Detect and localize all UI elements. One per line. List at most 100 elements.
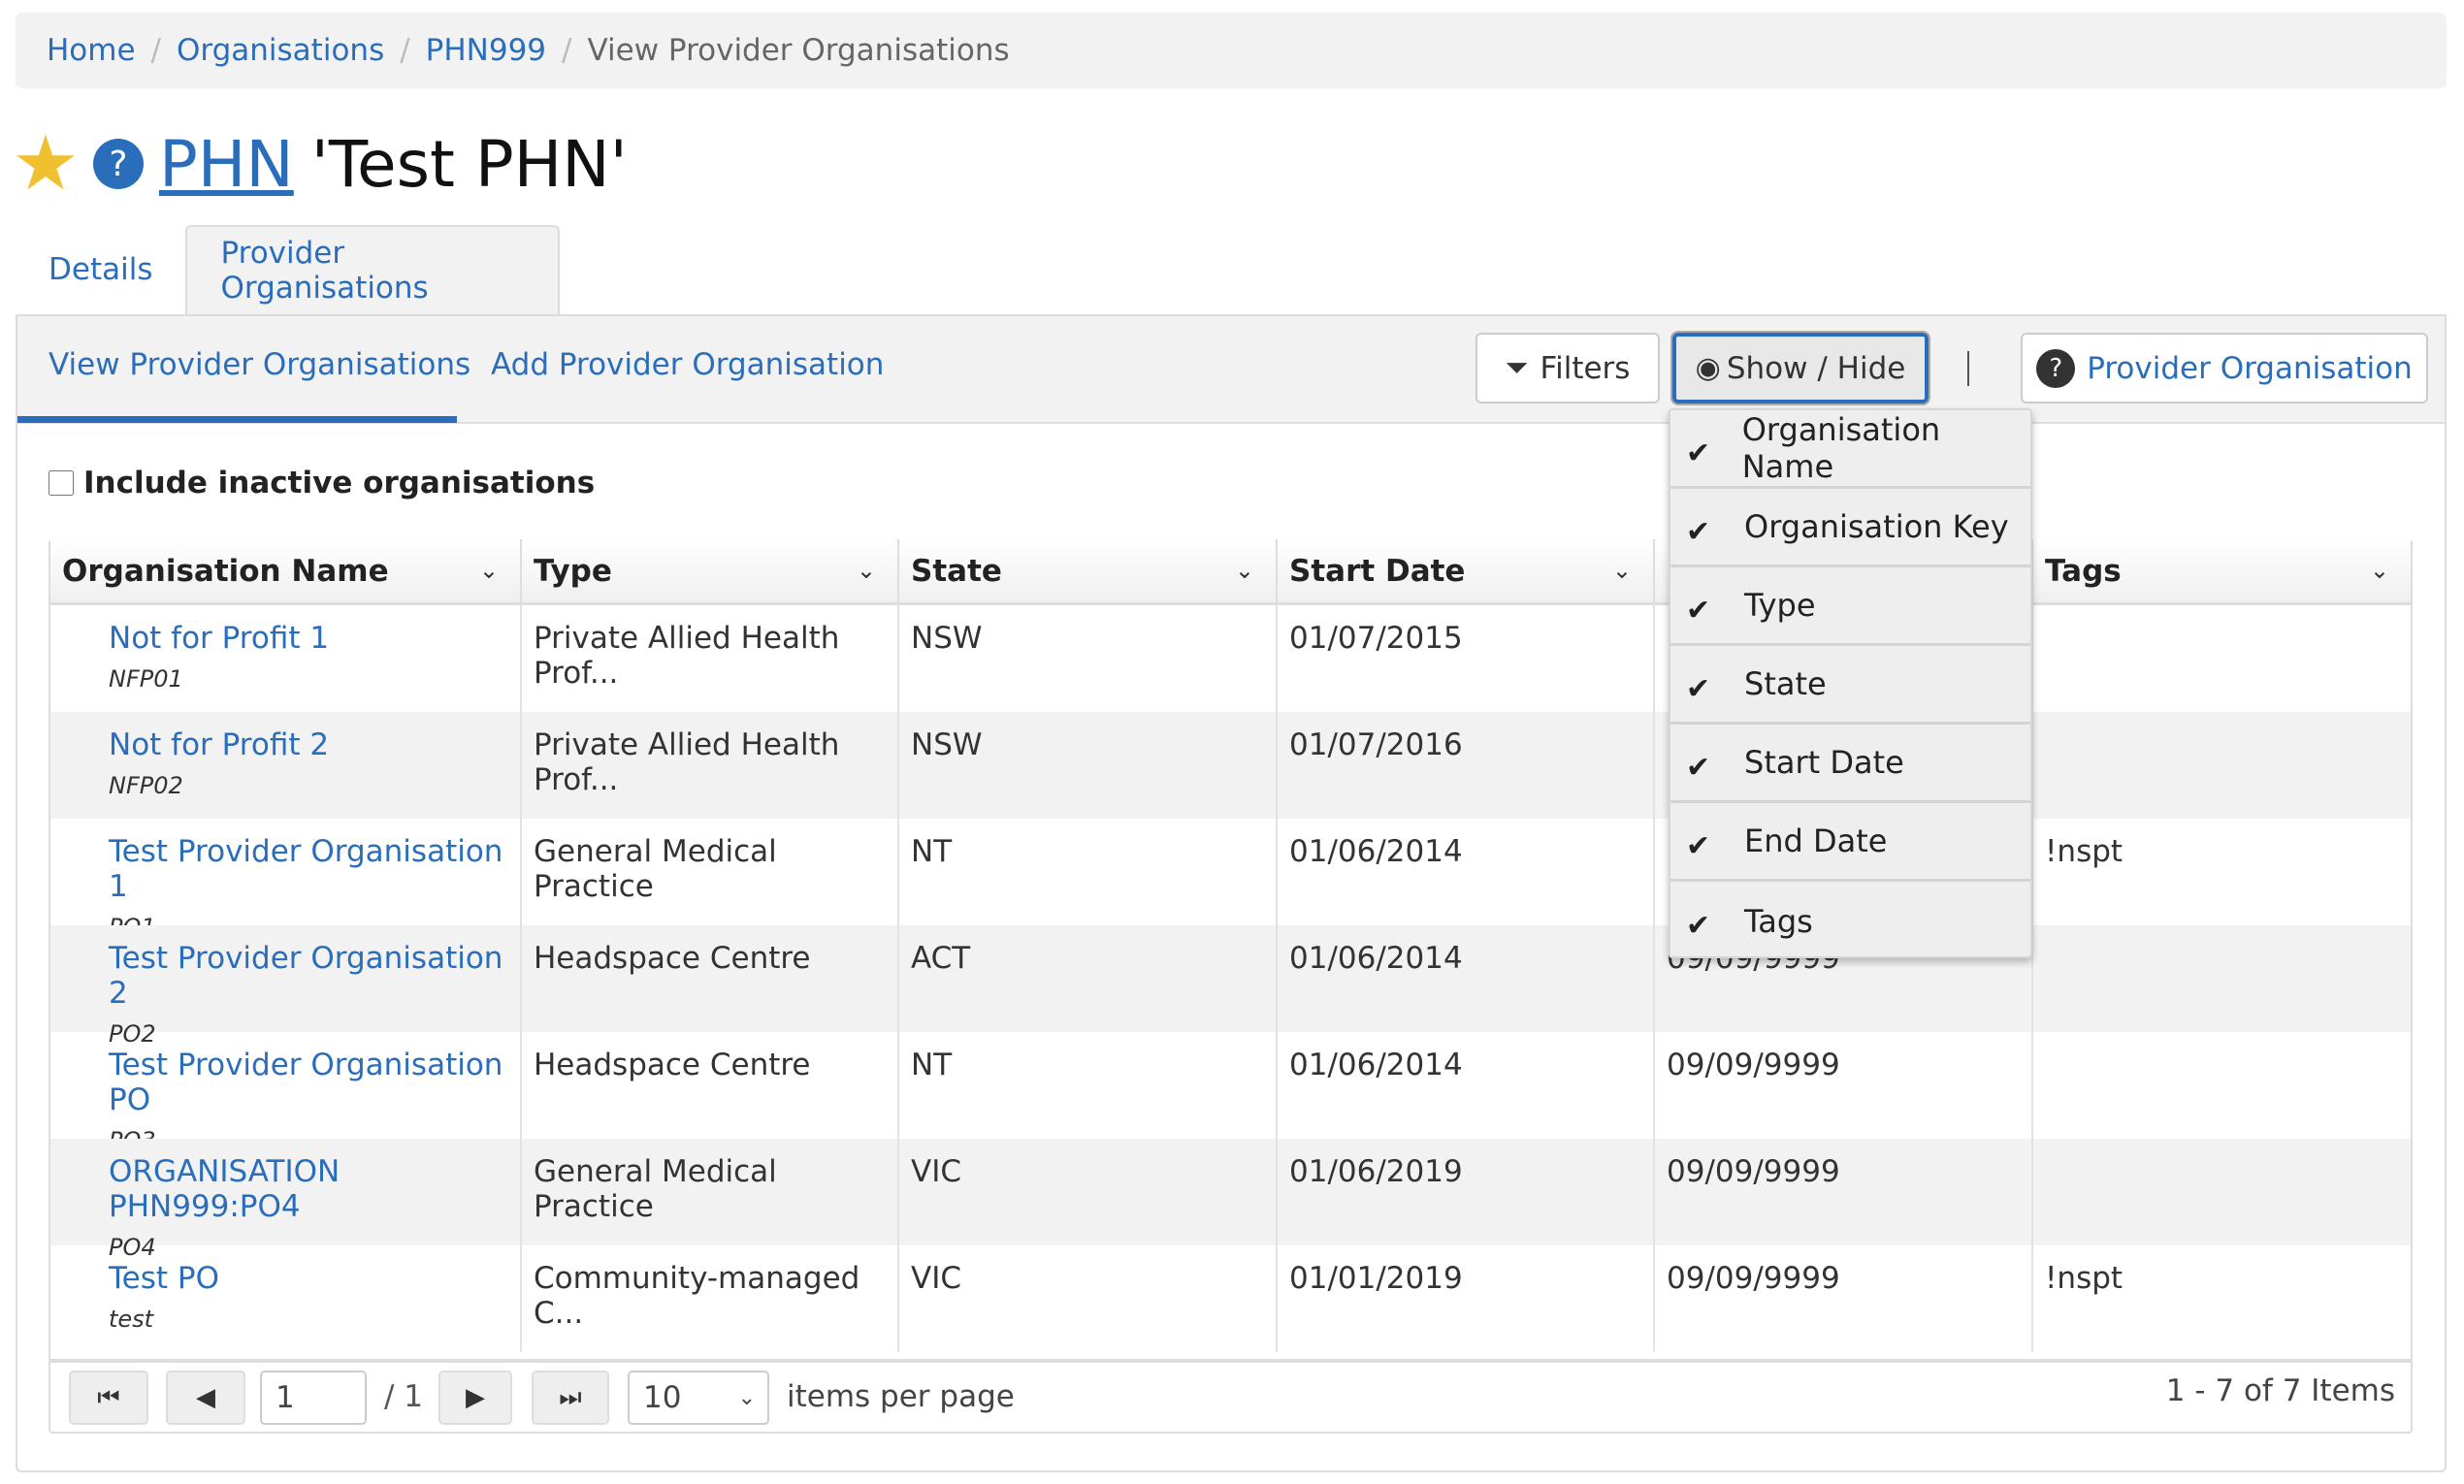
cell-value: 01/07/2015 <box>1289 621 1463 656</box>
cell-start: 01/06/2014 <box>1278 1032 1655 1139</box>
subtab-view[interactable]: View Provider Organisations <box>49 347 470 382</box>
organisation-link[interactable]: Not for Profit 1 <box>109 621 508 656</box>
cell-start: 01/01/2019 <box>1278 1245 1655 1352</box>
chevron-down-icon[interactable]: ⌄ <box>857 557 876 584</box>
filters-label: Filters <box>1540 350 1631 386</box>
cell-value: NT <box>911 834 953 869</box>
breadcrumb-separator: / <box>562 33 572 68</box>
cell-value: ACT <box>911 941 971 976</box>
column-header-organisation-name[interactable]: Organisation Name ⌄ <box>50 539 522 605</box>
filters-button[interactable]: ⏷ Filters <box>1475 333 1660 403</box>
breadcrumb-home[interactable]: Home <box>47 33 136 68</box>
chevron-down-icon[interactable]: ⌄ <box>2370 557 2389 584</box>
show-hide-item[interactable]: ✔ Start Date <box>1670 725 2030 803</box>
page-input[interactable]: 1 <box>260 1371 367 1425</box>
table-row: Test PO test Community-managed C... VIC 01/0… <box>50 1245 2411 1352</box>
show-hide-item[interactable]: ✔ Type <box>1670 567 2030 646</box>
check-icon: ✔ <box>1686 593 1711 628</box>
check-icon: ✔ <box>1686 514 1711 549</box>
cell-tags: !nspt <box>2033 1245 2411 1352</box>
breadcrumb-separator: / <box>150 33 161 68</box>
table-row: Test Provider Organisation 1PO1General M… <box>50 819 2411 941</box>
column-header-tags[interactable]: Tags ⌄ <box>2033 539 2411 605</box>
per-page-select[interactable]: 10 ⌄ <box>628 1371 769 1425</box>
organisation-key: NFP02 <box>109 772 183 799</box>
chevron-down-icon[interactable]: ⌄ <box>479 557 499 584</box>
cell-state: NSW <box>899 712 1278 819</box>
title-text: 'Test PHN' <box>310 126 628 202</box>
help-icon[interactable]: ? <box>92 139 144 189</box>
check-icon: ✔ <box>1686 436 1711 470</box>
show-hide-item[interactable]: ✔ Organisation Name <box>1670 410 2030 489</box>
column-header-start-date[interactable]: Start Date ⌄ <box>1278 539 1655 605</box>
include-inactive-checkbox[interactable]: Include inactive organisations <box>49 466 595 500</box>
cell-type: Headspace Centre <box>522 925 899 1032</box>
cell-state: NSW <box>899 605 1278 712</box>
organisation-link[interactable]: Test Provider Organisation 1 <box>109 834 508 904</box>
cell-value: 01/06/2014 <box>1289 941 1463 976</box>
show-hide-item-label: Type <box>1744 587 1816 624</box>
cell-value: 01/07/2016 <box>1289 727 1463 762</box>
column-header-type[interactable]: Type ⌄ <box>522 539 899 605</box>
cell-value: 09/09/9999 <box>1667 1048 1840 1082</box>
breadcrumb-phn999[interactable]: PHN999 <box>426 33 546 68</box>
tab-provider-organisations[interactable]: Provider Organisations <box>185 225 561 314</box>
next-page-button[interactable]: ▶ <box>438 1371 512 1425</box>
cell-type: Community-managed C... <box>522 1245 899 1352</box>
breadcrumb-organisations[interactable]: Organisations <box>177 33 384 68</box>
chevron-down-icon: ⌄ <box>737 1385 756 1410</box>
organisation-link[interactable]: Test Provider Organisation 2 <box>109 941 508 1011</box>
last-page-button[interactable]: ⏭ <box>532 1371 609 1425</box>
cell-name: Test PO test <box>50 1245 522 1352</box>
prev-page-button[interactable]: ◀ <box>166 1371 245 1425</box>
include-inactive-label: Include inactive organisations <box>83 466 596 500</box>
phn-link[interactable]: PHN <box>159 127 294 202</box>
breadcrumb-separator: / <box>400 33 410 68</box>
subtab-add[interactable]: Add Provider Organisation <box>491 347 884 382</box>
cell-type: Private Allied Health Prof... <box>522 712 899 819</box>
breadcrumb: Home / Organisations / PHN999 / View Provid… <box>16 13 2447 88</box>
star-icon[interactable]: ★ <box>12 126 80 202</box>
header-label: State <box>911 553 1002 589</box>
cell-value: VIC <box>911 1154 961 1189</box>
organisation-key: test <box>109 1306 154 1333</box>
cell-start: 01/06/2014 <box>1278 819 1655 925</box>
check-icon: ✔ <box>1686 909 1711 943</box>
cell-state: VIC <box>899 1139 1278 1245</box>
show-hide-menu: ✔ Organisation Name ✔ Organisation Key ✔ Type… <box>1669 408 2032 958</box>
show-hide-button[interactable]: ◉ Show / Hide <box>1670 331 1930 405</box>
cell-tags <box>2033 1032 2411 1139</box>
first-page-button[interactable]: ⏮ <box>69 1371 148 1425</box>
chevron-down-icon[interactable]: ⌄ <box>1235 557 1254 584</box>
show-hide-item-label: Organisation Name <box>1741 411 1941 485</box>
cell-value: 01/06/2014 <box>1289 834 1463 869</box>
cell-value: Headspace Centre <box>534 941 811 976</box>
cell-start: 01/07/2016 <box>1278 712 1655 819</box>
organisation-link[interactable]: Not for Profit 2 <box>109 727 508 762</box>
header-label: Type <box>534 553 612 589</box>
cell-tags <box>2033 605 2411 712</box>
show-hide-item[interactable]: ✔ End Date <box>1670 803 2030 882</box>
include-inactive-input[interactable] <box>49 470 74 496</box>
check-icon: ✔ <box>1686 671 1711 706</box>
filter-icon: ⏷ <box>1505 351 1529 385</box>
show-hide-item[interactable]: ✔ Tags <box>1670 882 2030 960</box>
organisation-link[interactable]: Test PO <box>109 1261 508 1296</box>
organisation-link[interactable]: Test Provider Organisation PO <box>109 1048 508 1117</box>
show-hide-item-label: Tags <box>1744 902 1813 940</box>
check-icon: ✔ <box>1686 750 1711 785</box>
organisation-link[interactable]: ORGANISATION PHN999:PO4 <box>109 1154 508 1224</box>
show-hide-item[interactable]: ✔ Organisation Key <box>1670 489 2030 567</box>
chevron-down-icon[interactable]: ⌄ <box>1612 557 1632 584</box>
cell-value: NT <box>911 1048 953 1082</box>
column-header-state[interactable]: State ⌄ <box>899 539 1278 605</box>
header-label: Organisation Name <box>62 553 389 589</box>
provider-organisation-help-button[interactable]: ? Provider Organisation <box>2021 333 2428 403</box>
show-hide-item[interactable]: ✔ State <box>1670 646 2030 725</box>
cell-name: Not for Profit 2 NFP02 <box>50 712 522 819</box>
cell-type: Private Allied Health Prof... <box>522 605 899 712</box>
tab-details[interactable]: Details <box>16 225 185 314</box>
cell-value: 01/06/2019 <box>1289 1154 1463 1189</box>
cell-state: NT <box>899 819 1278 925</box>
cell-state: NT <box>899 1032 1278 1139</box>
